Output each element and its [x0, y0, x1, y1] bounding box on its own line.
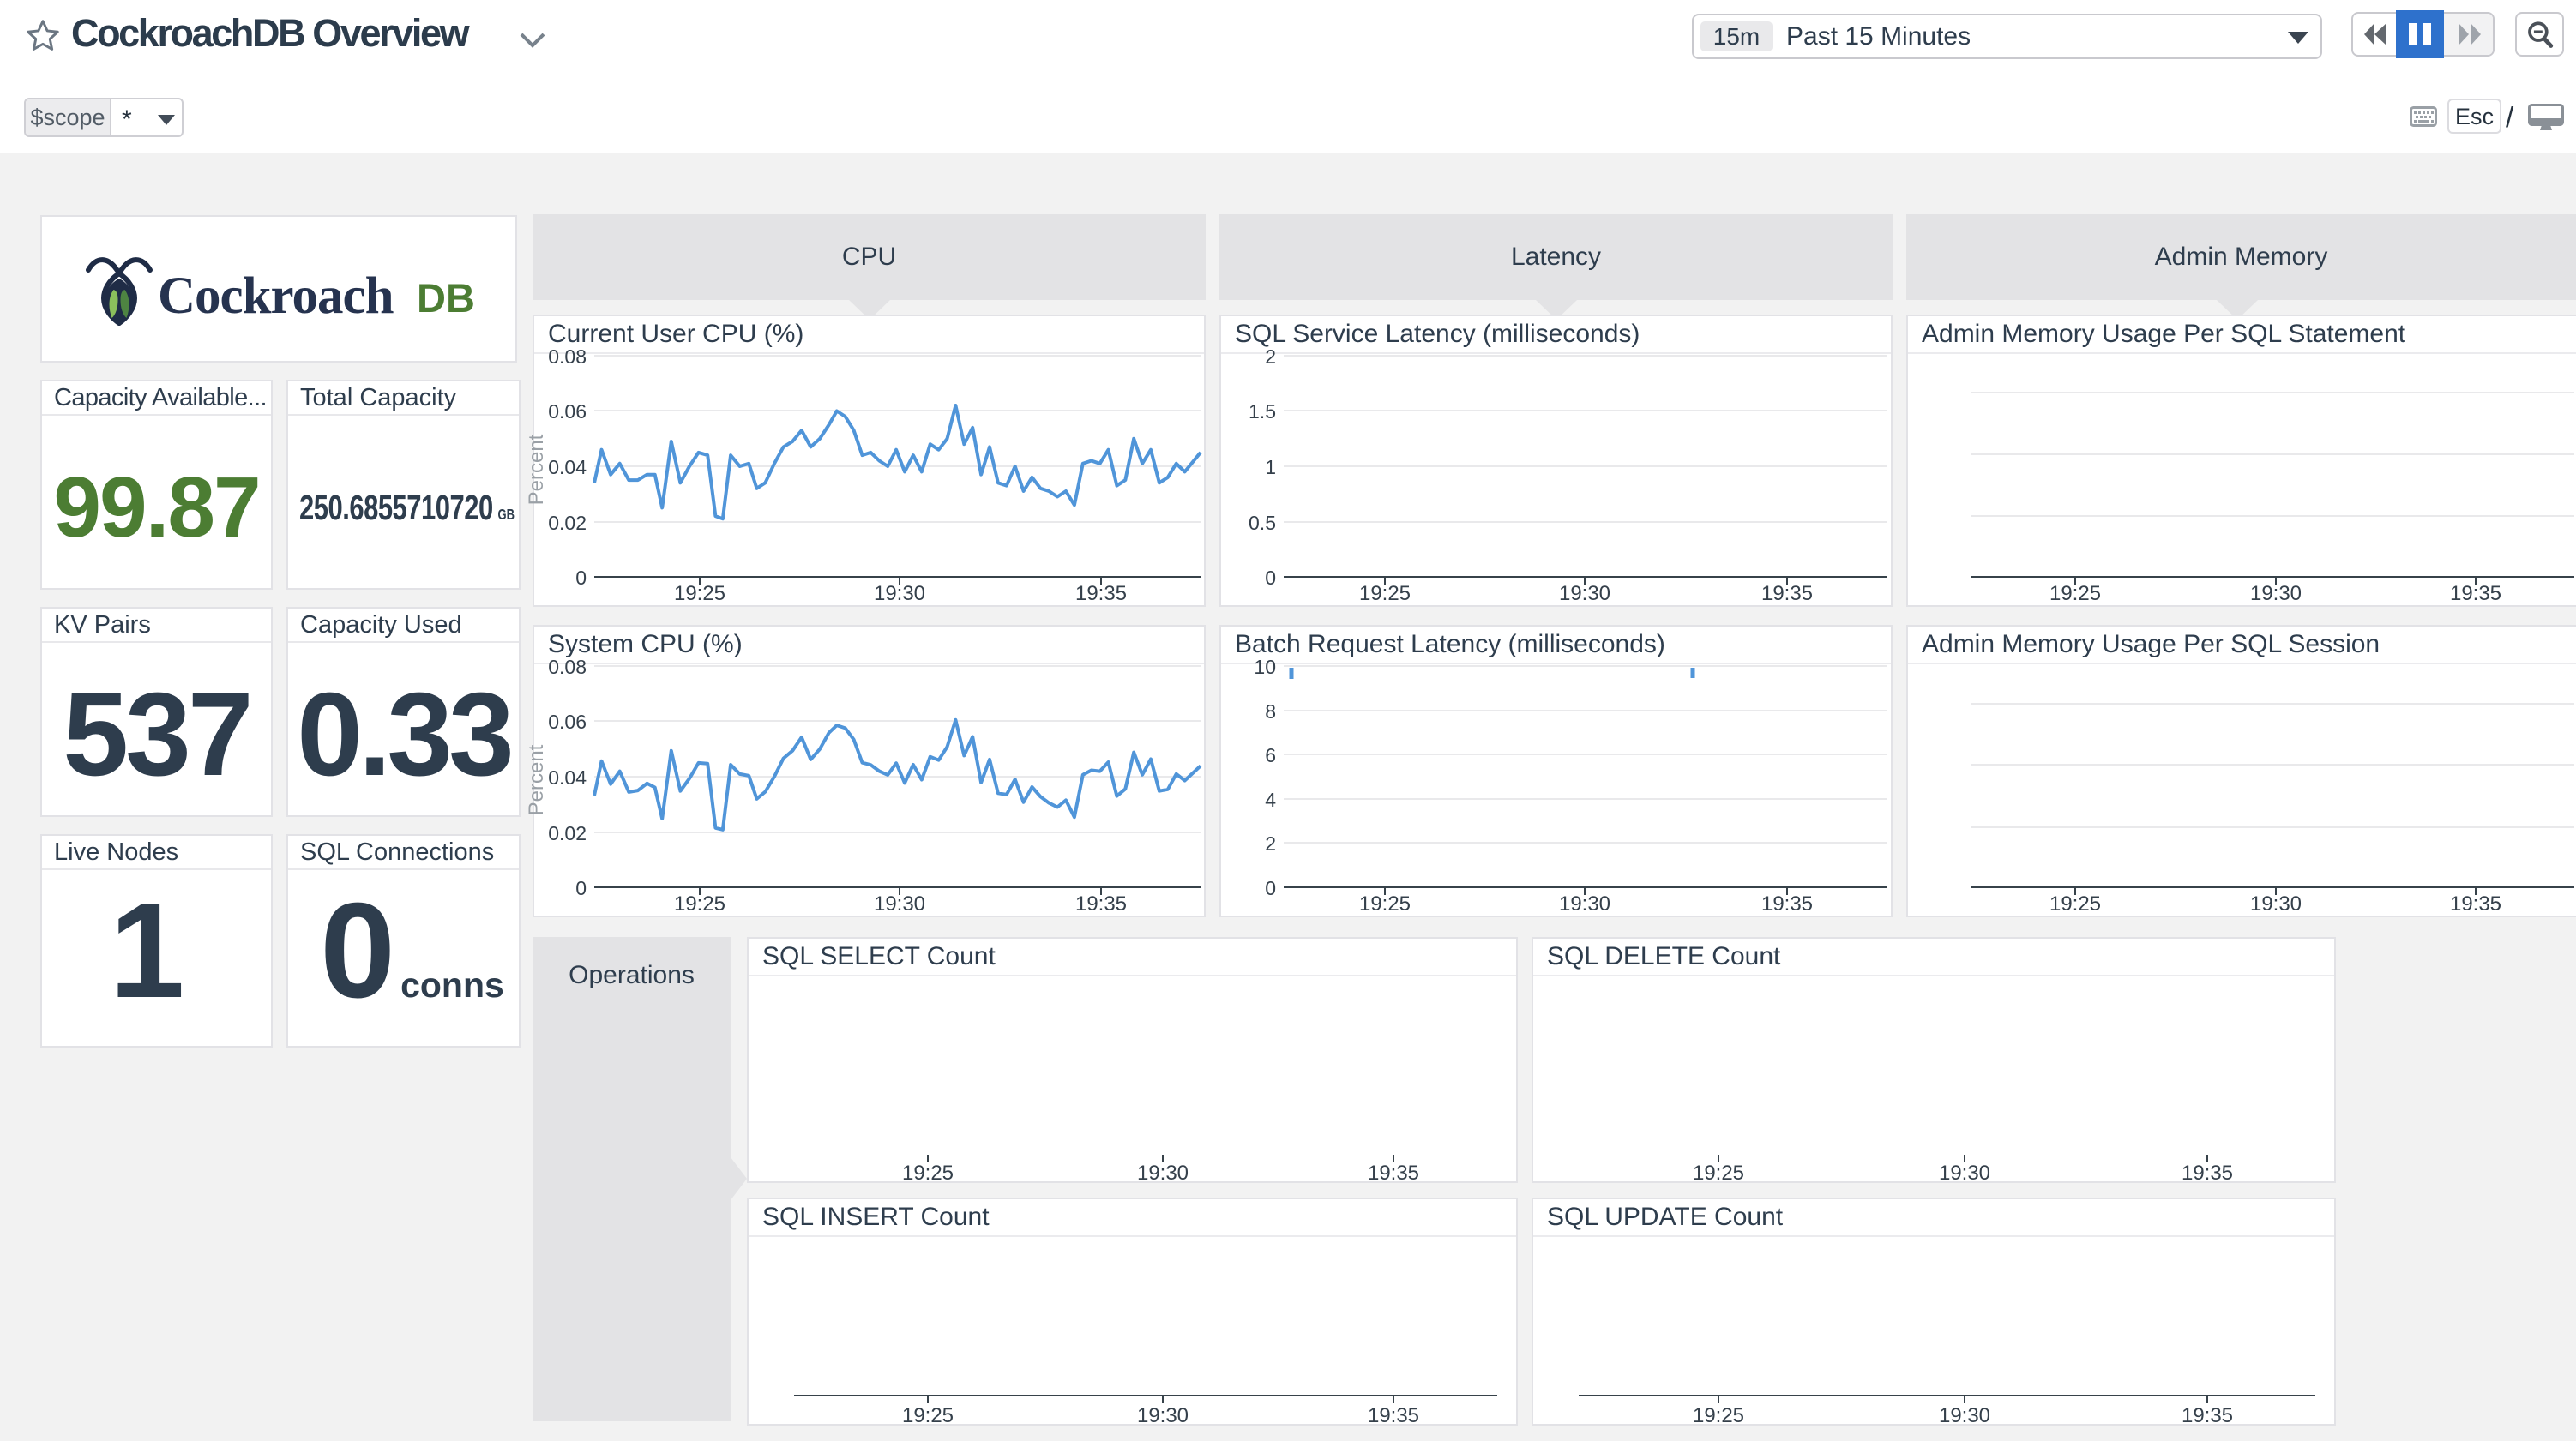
svg-text:DB: DB: [417, 275, 475, 321]
svg-text:2: 2: [1265, 345, 1276, 368]
svg-text:Percent: Percent: [525, 434, 548, 505]
svg-text:19:30: 19:30: [1137, 1404, 1189, 1424]
svg-text:0: 0: [575, 567, 587, 589]
svg-text:19:35: 19:35: [1075, 892, 1127, 916]
svg-text:19:25: 19:25: [902, 1162, 954, 1181]
svg-text:2: 2: [1265, 832, 1276, 855]
svg-text:19:30: 19:30: [1939, 1404, 1990, 1424]
svg-text:0.06: 0.06: [548, 400, 587, 423]
svg-text:19:30: 19:30: [2250, 582, 2302, 605]
svg-text:4: 4: [1265, 789, 1276, 811]
svg-text:8: 8: [1265, 700, 1276, 723]
svg-text:19:35: 19:35: [1761, 892, 1813, 916]
svg-text:1: 1: [1265, 456, 1276, 478]
svg-text:19:25: 19:25: [902, 1404, 954, 1424]
svg-text:0: 0: [1265, 567, 1276, 589]
svg-text:Cockroach: Cockroach: [158, 267, 394, 325]
svg-text:19:35: 19:35: [1761, 582, 1813, 605]
svg-text:19:30: 19:30: [1137, 1162, 1189, 1181]
svg-text:19:25: 19:25: [2049, 892, 2101, 916]
svg-text:0.02: 0.02: [548, 822, 587, 844]
svg-text:19:25: 19:25: [674, 582, 725, 605]
svg-text:0.5: 0.5: [1249, 512, 1276, 534]
svg-text:19:25: 19:25: [1359, 892, 1411, 916]
svg-text:0.08: 0.08: [548, 345, 587, 368]
svg-text:19:30: 19:30: [1559, 892, 1610, 916]
svg-text:19:25: 19:25: [674, 892, 725, 916]
svg-text:0: 0: [575, 877, 587, 899]
svg-text:19:25: 19:25: [2049, 582, 2101, 605]
svg-text:19:35: 19:35: [2450, 582, 2501, 605]
svg-text:0.02: 0.02: [548, 512, 587, 534]
svg-text:19:25: 19:25: [1359, 582, 1411, 605]
svg-text:19:30: 19:30: [1939, 1162, 1990, 1181]
svg-text:19:30: 19:30: [874, 582, 925, 605]
svg-text:0: 0: [1265, 877, 1276, 899]
svg-text:19:35: 19:35: [1368, 1404, 1419, 1424]
svg-text:0.06: 0.06: [548, 711, 587, 733]
svg-text:19:25: 19:25: [1693, 1404, 1744, 1424]
svg-text:6: 6: [1265, 744, 1276, 766]
svg-text:0.08: 0.08: [548, 656, 587, 678]
svg-text:19:30: 19:30: [874, 892, 925, 916]
svg-text:19:35: 19:35: [2450, 892, 2501, 916]
svg-text:19:35: 19:35: [2182, 1162, 2233, 1181]
svg-text:19:35: 19:35: [1368, 1162, 1419, 1181]
svg-text:19:30: 19:30: [1559, 582, 1610, 605]
svg-text:1.5: 1.5: [1249, 400, 1276, 423]
svg-text:0.04: 0.04: [548, 456, 587, 478]
svg-text:Percent: Percent: [525, 744, 548, 815]
svg-text:10: 10: [1254, 656, 1276, 678]
svg-text:0.04: 0.04: [548, 766, 587, 789]
svg-text:19:25: 19:25: [1693, 1162, 1744, 1181]
svg-text:19:35: 19:35: [2182, 1404, 2233, 1424]
svg-text:19:35: 19:35: [1075, 582, 1127, 605]
svg-text:19:30: 19:30: [2250, 892, 2302, 916]
